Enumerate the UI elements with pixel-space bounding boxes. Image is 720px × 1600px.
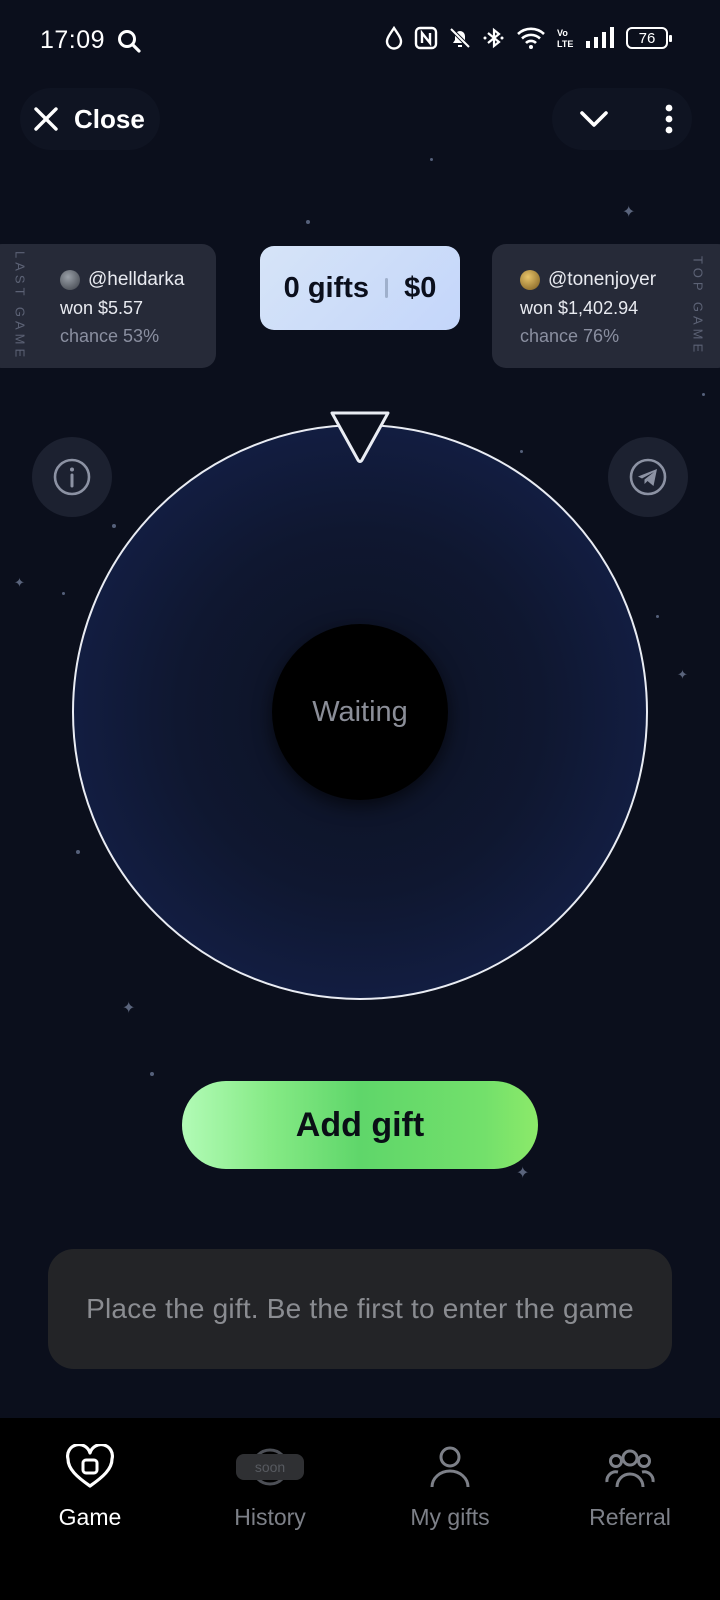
top-game-chance: chance 76%	[520, 326, 620, 346]
sparkle-icon: ✦	[14, 575, 25, 590]
info-button[interactable]	[32, 437, 112, 517]
status-icons: Vo LTE 76	[384, 26, 672, 50]
nav-referral-label: Referral	[589, 1504, 671, 1530]
top-game-user-row: @tonenjoyer	[520, 266, 656, 294]
telegram-share-button[interactable]	[608, 437, 688, 517]
mute-bell-icon	[449, 27, 471, 49]
last-game-body: @helldarka won $5.57 chance 53%	[60, 266, 184, 350]
users-icon	[605, 1442, 655, 1492]
nav-my-gifts-label: My gifts	[410, 1504, 490, 1530]
top-game-label: TOP GAME	[690, 255, 706, 357]
soon-badge: soon	[236, 1454, 304, 1480]
star	[656, 615, 659, 618]
bluetooth-icon	[483, 27, 504, 49]
battery-icon: 76	[626, 27, 672, 49]
signal-icon	[586, 27, 614, 48]
nav-referral[interactable]: Referral	[540, 1442, 720, 1531]
top-game-body: @tonenjoyer won $1,402.94 chance 76%	[520, 266, 656, 350]
close-button[interactable]: Close	[20, 88, 160, 150]
star	[306, 220, 310, 224]
sparkle-icon: ✦	[622, 204, 636, 221]
star	[150, 1072, 154, 1076]
status-bar: 17:09 Vo LTE 76	[0, 0, 720, 84]
last-game-user: @helldarka	[88, 269, 185, 290]
telegram-icon	[629, 458, 667, 496]
last-game-label: LAST GAME	[12, 250, 28, 362]
nav-my-gifts[interactable]: My gifts	[360, 1442, 540, 1531]
star	[62, 592, 65, 595]
wheel-status: Waiting	[312, 695, 408, 728]
wifi-icon	[517, 27, 545, 49]
star	[520, 450, 523, 453]
pot-amount: $0	[404, 271, 437, 304]
sparkle-icon: ✦	[516, 1165, 530, 1182]
bottom-nav: Game soon History My gifts Referral	[0, 1418, 720, 1600]
more-vertical-icon[interactable]	[664, 104, 674, 134]
nav-history-label: History	[234, 1504, 306, 1530]
hint-box: Place the gift. Be the first to enter th…	[48, 1249, 672, 1369]
svg-text:LTE: LTE	[557, 39, 573, 49]
top-game-won: won $1,402.94	[520, 298, 639, 318]
star	[430, 158, 433, 161]
last-game-chance: chance 53%	[60, 326, 160, 346]
pot-separator	[385, 278, 389, 298]
star	[112, 524, 116, 528]
last-game-won: won $5.57	[60, 298, 144, 318]
battery-level: 76	[638, 29, 656, 47]
nav-game-label: Game	[58, 1504, 122, 1530]
status-time: 17:09	[40, 26, 106, 54]
search-icon	[116, 28, 142, 59]
svg-text:Vo: Vo	[557, 28, 568, 38]
add-gift-label: Add gift	[295, 1105, 425, 1144]
sparkle-icon: ✦	[122, 1000, 136, 1017]
volte-icon: VoLTE	[557, 28, 573, 49]
wheel-center: Waiting	[272, 624, 448, 800]
pot-summary: 0 gifts $0	[260, 246, 460, 330]
info-icon	[53, 458, 91, 496]
chevron-down-icon[interactable]	[578, 108, 610, 130]
top-game-card[interactable]: @tonenjoyer won $1,402.94 chance 76% TOP…	[492, 244, 720, 368]
top-game-user: @tonenjoyer	[548, 269, 657, 290]
close-icon	[34, 107, 58, 131]
drop-icon	[385, 26, 403, 50]
nav-history[interactable]: soon History	[180, 1442, 360, 1531]
user-icon	[425, 1442, 475, 1492]
last-game-card[interactable]: LAST GAME @helldarka won $5.57 chance 53…	[0, 244, 216, 368]
nfc-icon	[414, 26, 438, 50]
avatar	[520, 270, 540, 290]
avatar	[60, 270, 80, 290]
pot-gifts-count: 0 gifts	[283, 271, 370, 304]
heart-gift-icon	[65, 1442, 115, 1492]
hint-text: Place the gift. Be the first to enter th…	[86, 1293, 634, 1324]
last-game-user-row: @helldarka	[60, 266, 184, 294]
star	[76, 850, 80, 854]
history-icon: soon	[236, 1442, 304, 1492]
close-label: Close	[74, 103, 145, 134]
menu-group	[552, 88, 692, 150]
add-gift-button[interactable]: Add gift	[182, 1081, 538, 1169]
sparkle-icon: ✦	[677, 667, 688, 682]
wheel-pointer-icon	[326, 408, 394, 471]
nav-game[interactable]: Game	[0, 1442, 180, 1531]
star	[702, 393, 705, 396]
